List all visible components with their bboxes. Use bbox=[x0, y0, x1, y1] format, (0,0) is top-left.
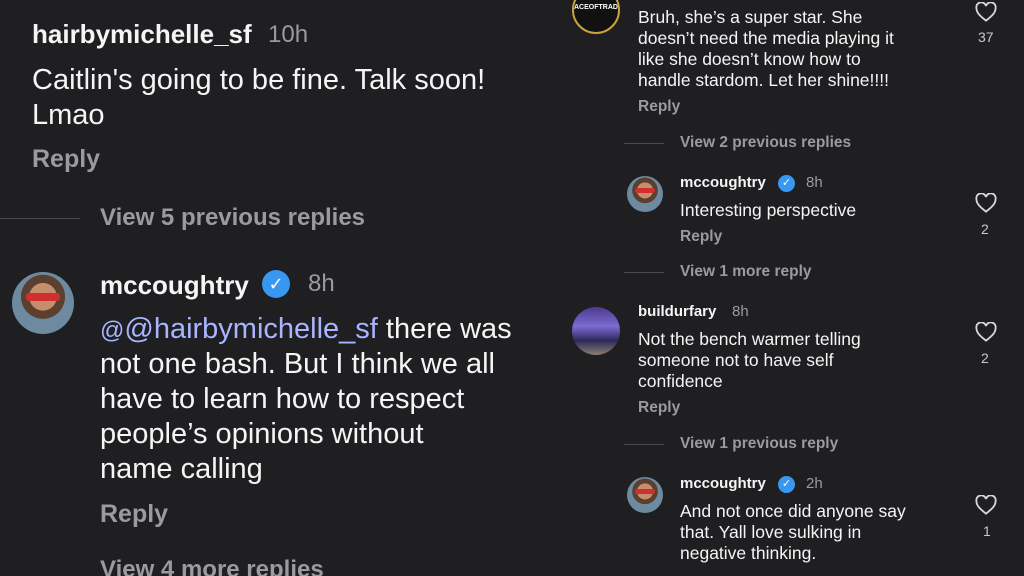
mention-text[interactable]: @hairbymichelle_sf bbox=[124, 313, 377, 345]
view-more-replies-button[interactable]: View 1 more reply bbox=[680, 263, 812, 281]
comment-text: confidence bbox=[638, 371, 723, 391]
comment-text: that. Yall love sulking in bbox=[680, 522, 862, 542]
comment-timestamp: 8h bbox=[806, 174, 823, 191]
comment-timestamp: 10h bbox=[268, 21, 309, 48]
avatar[interactable] bbox=[627, 477, 663, 513]
view-previous-replies-button[interactable]: View 1 previous reply bbox=[680, 435, 838, 453]
comment-text: like she doesn’t know how to bbox=[638, 49, 861, 69]
avatar[interactable]: ACEOFTRADES bbox=[572, 0, 620, 34]
comment-username[interactable]: hairbymichelle_sf bbox=[32, 19, 252, 50]
heart-outline-icon[interactable] bbox=[975, 193, 997, 213]
thread-divider bbox=[624, 143, 664, 144]
comment-text: people’s opinions without bbox=[100, 418, 424, 450]
comment-text: someone not to have self bbox=[638, 350, 834, 370]
comment-text: Caitlin's going to be fine. Talk soon! bbox=[32, 64, 486, 96]
comment-text: not one bash. But I think we all bbox=[100, 348, 495, 380]
thread-divider bbox=[0, 218, 80, 219]
avatar[interactable] bbox=[12, 272, 74, 334]
comment-username[interactable]: mccoughtry bbox=[680, 475, 766, 492]
heart-outline-icon[interactable] bbox=[975, 2, 997, 22]
comment-text: Not the bench warmer telling bbox=[638, 329, 861, 349]
view-more-replies-button[interactable]: View 4 more replies bbox=[100, 556, 324, 576]
like-count: 2 bbox=[981, 221, 989, 237]
comment-timestamp: 8h bbox=[732, 303, 749, 320]
heart-outline-icon[interactable] bbox=[975, 495, 997, 515]
comment-text: name calling bbox=[100, 453, 263, 485]
mention-link[interactable]: @@hairbymichelle_sf bbox=[100, 313, 378, 345]
comment-text: there was bbox=[377, 313, 512, 345]
left-comment-panel: hairbymichelle_sf 10h Caitlin's going to… bbox=[0, 0, 562, 576]
like-count: 37 bbox=[978, 29, 994, 45]
comment-text: have to learn how to respect bbox=[100, 383, 465, 415]
reply-button[interactable]: Reply bbox=[638, 98, 680, 116]
view-previous-replies-button[interactable]: View 2 previous replies bbox=[680, 134, 851, 152]
avatar-logo-text: ACEOFTRADES bbox=[574, 3, 618, 11]
comment-username[interactable]: buildurfary bbox=[638, 303, 716, 320]
comment-timestamp: 8h bbox=[308, 270, 335, 297]
reply-button[interactable]: Reply bbox=[638, 399, 680, 417]
comment-text: Interesting perspective bbox=[680, 200, 857, 220]
comment-text: Bruh, she’s a super star. She bbox=[638, 7, 863, 27]
thread-divider bbox=[624, 272, 664, 273]
comment-text: doesn’t need the media playing it bbox=[638, 28, 894, 48]
reply-button[interactable]: Reply bbox=[100, 500, 168, 529]
comment-username[interactable]: mccoughtry bbox=[100, 270, 249, 301]
avatar[interactable] bbox=[572, 307, 620, 355]
verified-badge-icon: ✓ bbox=[262, 270, 290, 298]
like-count: 1 bbox=[983, 523, 991, 539]
right-comment-panel: ACEOFTRADES Bruh, she’s a super star. Sh… bbox=[562, 0, 1024, 576]
reply-button[interactable]: Reply bbox=[680, 228, 722, 246]
comment-text: And not once did anyone say bbox=[680, 501, 906, 521]
avatar[interactable] bbox=[627, 176, 663, 212]
reply-button[interactable]: Reply bbox=[32, 145, 100, 174]
verified-badge-icon: ✓ bbox=[778, 175, 795, 192]
verified-badge-icon: ✓ bbox=[778, 476, 795, 493]
comment-text: Lmao bbox=[32, 99, 105, 131]
view-previous-replies-button[interactable]: View 5 previous replies bbox=[100, 204, 365, 232]
comment-username[interactable]: mccoughtry bbox=[680, 174, 766, 191]
comment-text-line: @@hairbymichelle_sf there was bbox=[100, 312, 512, 348]
thread-divider bbox=[624, 444, 664, 445]
heart-outline-icon[interactable] bbox=[975, 322, 997, 342]
comment-timestamp: 2h bbox=[806, 475, 823, 492]
comment-text: handle stardom. Let her shine!!!! bbox=[638, 70, 889, 90]
like-count: 2 bbox=[981, 350, 989, 366]
comment-text: negative thinking. bbox=[680, 543, 817, 563]
threads-mention-icon: @ bbox=[100, 317, 125, 344]
